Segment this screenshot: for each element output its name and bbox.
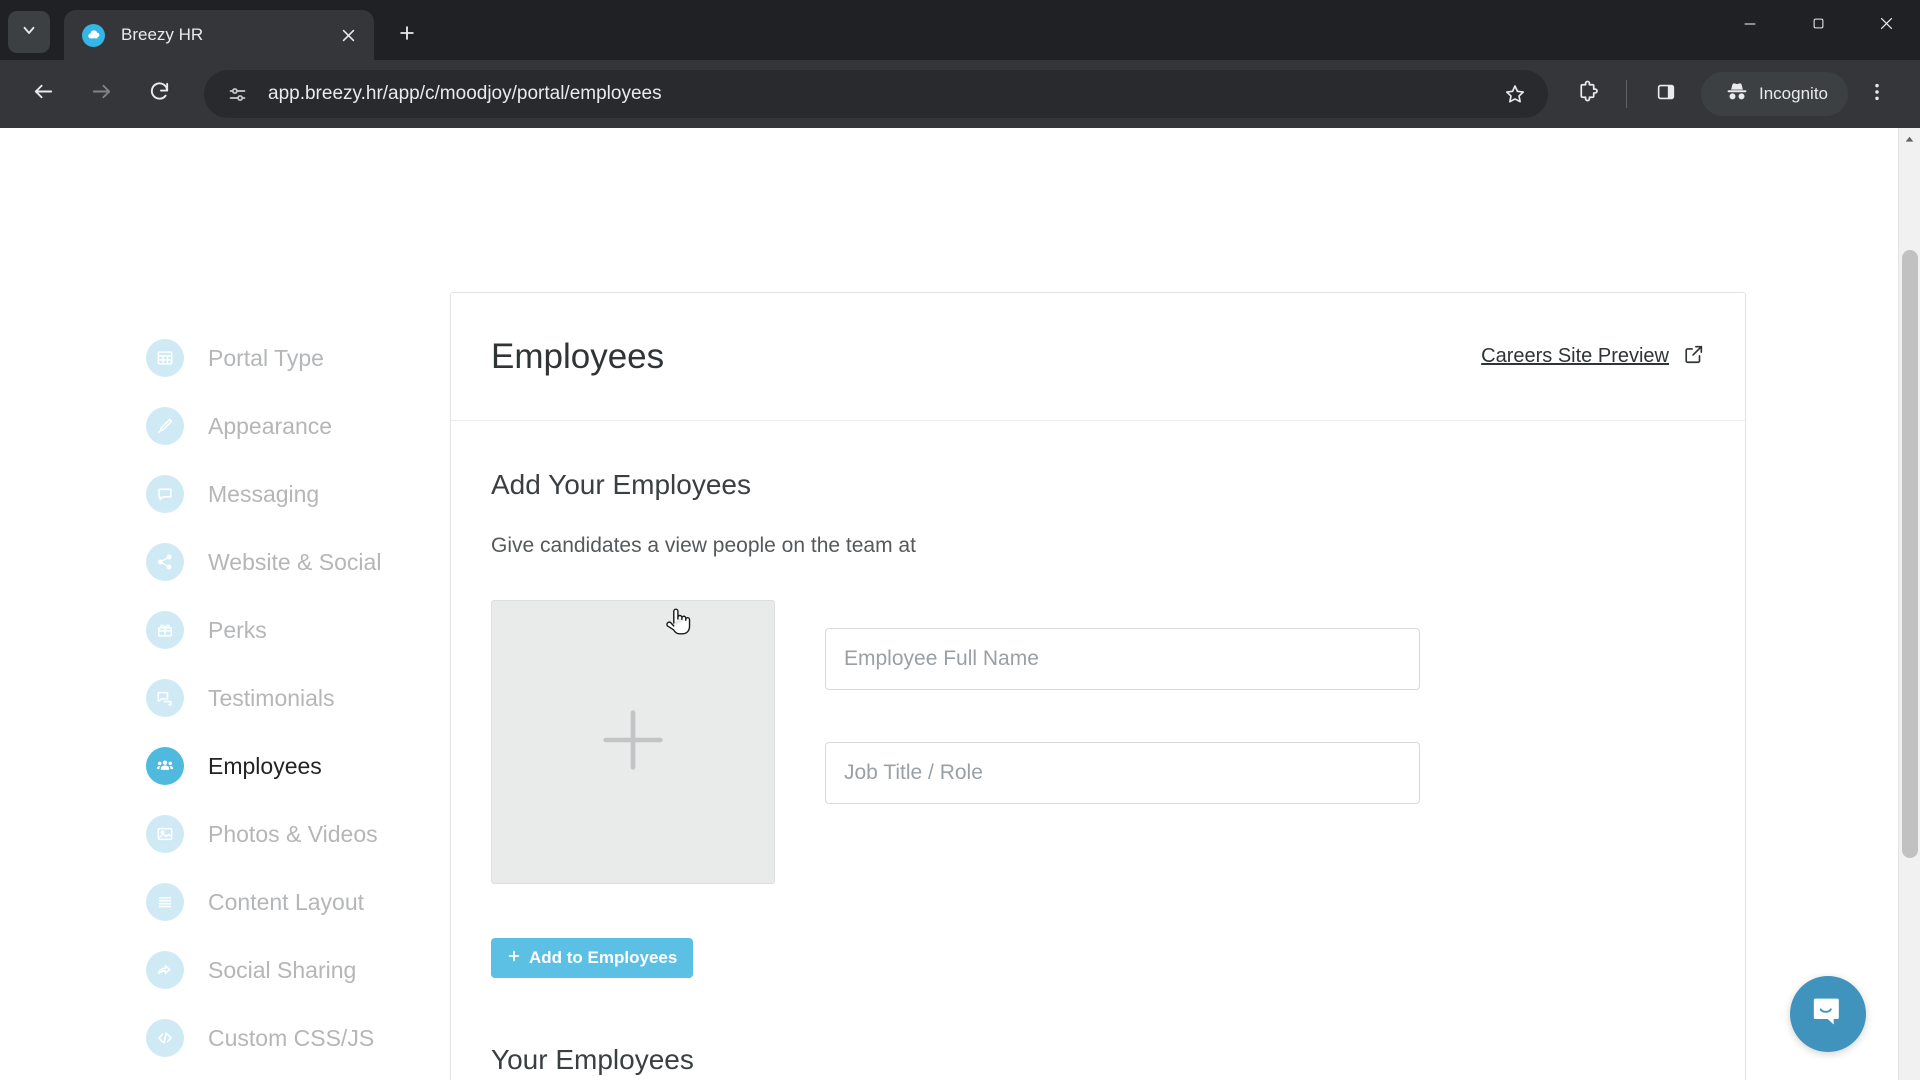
portal-settings-sidebar: Portal Type Appearance Messaging Website… (0, 128, 450, 1080)
sidebar-item-label: Content Layout (208, 888, 365, 915)
sidebar-item-social-sharing[interactable]: Social Sharing (146, 936, 450, 1004)
reload-icon (148, 80, 171, 108)
new-tab-button[interactable] (386, 14, 428, 56)
sidebar-item-label: Custom CSS/JS (208, 1024, 375, 1051)
back-button[interactable] (20, 71, 66, 117)
employees-settings-card: Employees Careers Site Preview Add Your … (450, 292, 1746, 1080)
card-header: Employees Careers Site Preview (451, 293, 1745, 421)
address-bar[interactable]: app.breezy.hr/app/c/moodjoy/portal/emplo… (204, 70, 1548, 118)
window-close-button[interactable] (1852, 0, 1920, 52)
url-text[interactable]: app.breezy.hr/app/c/moodjoy/portal/emplo… (268, 83, 1490, 105)
sidebar-item-perks[interactable]: Perks (146, 596, 450, 664)
sidebar-item-testimonials[interactable]: Testimonials (146, 664, 450, 732)
sidebar-item-label: Employees (208, 752, 322, 779)
section-subheading: Give candidates a view people on the tea… (491, 534, 916, 557)
sidebar-item-label: Messaging (208, 480, 320, 507)
gift-icon (146, 611, 184, 649)
minimize-button[interactable] (1716, 0, 1784, 52)
arrow-right-icon (90, 80, 113, 108)
browser-toolbar: app.breezy.hr/app/c/moodjoy/portal/emplo… (0, 60, 1920, 128)
browser-window: Breezy HR app.breezy.hr/app/c/moodjoy/po… (0, 0, 1920, 1080)
share-nodes-icon (146, 543, 184, 581)
page-title: Employees (491, 336, 665, 376)
breezy-cloud-icon (82, 23, 105, 47)
job-title-input[interactable]: Job Title / Role (825, 742, 1420, 804)
external-link-icon (1669, 343, 1705, 371)
card-body: Add Your Employees Give candidates a vie… (451, 421, 1745, 1080)
star-icon[interactable] (1498, 77, 1532, 111)
maximize-button[interactable] (1784, 0, 1852, 52)
maximize-icon (1811, 16, 1826, 36)
employee-fields: Employee Full Name Job Title / Role (825, 600, 1420, 884)
section-heading: Add Your Employees (491, 469, 751, 500)
sidebar-item-label: Portal Type (208, 344, 324, 371)
careers-site-preview-label: Careers Site Preview (1481, 345, 1669, 367)
your-employees-heading: Your Employees (491, 1044, 694, 1075)
sidebar-item-label: Testimonials (208, 684, 335, 711)
code-brackets-icon (146, 1019, 184, 1057)
grid-icon (146, 339, 184, 377)
kebab-menu-icon (1866, 81, 1888, 108)
sidebar-item-label: Social Sharing (208, 956, 357, 983)
main-content-area: Employees Careers Site Preview Add Your … (450, 128, 1898, 1080)
sidebar-item-portal-type[interactable]: Portal Type (146, 324, 450, 392)
page-viewport: Portal Type Appearance Messaging Website… (0, 128, 1920, 1080)
employee-photo-upload[interactable] (491, 600, 775, 884)
window-controls (1716, 0, 1920, 52)
list-lines-icon (146, 883, 184, 921)
add-to-employees-label: Add to Employees (529, 948, 678, 967)
add-to-employees-button[interactable]: Add to Employees (491, 938, 694, 978)
add-employee-form: Employee Full Name Job Title / Role (491, 600, 1705, 884)
sidebar-item-content-layout[interactable]: Content Layout (146, 868, 450, 936)
toolbar-divider (1626, 80, 1627, 108)
sidebar-item-website-social[interactable]: Website & Social (146, 528, 450, 596)
sidebar-item-custom-css-js[interactable]: Custom CSS/JS (146, 1004, 450, 1072)
browser-tab[interactable]: Breezy HR (64, 10, 374, 60)
intercom-chat-launcher[interactable] (1790, 976, 1866, 1052)
sidebar-item-photos-videos[interactable]: Photos & Videos (146, 800, 450, 868)
sidebar-item-label: Perks (208, 616, 267, 643)
scrollbar-thumb[interactable] (1902, 250, 1918, 858)
sidebar-item-label: Photos & Videos (208, 820, 378, 847)
careers-site-preview-link[interactable]: Careers Site Preview (1481, 343, 1705, 371)
sidebar-item-label: Website & Social (208, 548, 382, 575)
paintbrush-icon (146, 407, 184, 445)
scroll-up-arrow-icon[interactable] (1899, 128, 1920, 150)
chevron-down-icon (20, 21, 38, 44)
incognito-label: Incognito (1759, 84, 1828, 103)
extensions-puzzle-icon (1576, 80, 1599, 108)
side-panel-button[interactable] (1643, 71, 1689, 117)
tab-strip: Breezy HR (0, 0, 1920, 60)
chat-bubble-icon (146, 475, 184, 513)
share-arrow-icon (146, 951, 184, 989)
employee-name-input[interactable]: Employee Full Name (825, 628, 1420, 690)
chat-launcher-icon (1808, 992, 1848, 1037)
sidebar-item-employees[interactable]: Employees (146, 732, 450, 800)
site-settings-icon[interactable] (220, 77, 254, 111)
close-icon[interactable] (334, 21, 362, 49)
image-icon (146, 815, 184, 853)
window-close-icon (1878, 15, 1895, 37)
plus-icon (592, 699, 674, 786)
people-group-icon (146, 747, 184, 785)
quotes-chat-icon (146, 679, 184, 717)
incognito-indicator[interactable]: Incognito (1701, 72, 1848, 116)
sidebar-item-appearance[interactable]: Appearance (146, 392, 450, 460)
arrow-left-icon (32, 80, 55, 108)
side-panel-icon (1655, 81, 1677, 108)
breezy-portal-page: Portal Type Appearance Messaging Website… (0, 128, 1898, 1080)
forward-button[interactable] (78, 71, 124, 117)
chrome-menu-button[interactable] (1854, 71, 1900, 117)
minimize-icon (1742, 16, 1758, 37)
sidebar-item-label: Appearance (208, 412, 333, 439)
plus-icon (397, 23, 417, 48)
tab-search-button[interactable] (8, 11, 50, 53)
page-scrollbar[interactable] (1898, 128, 1920, 1080)
reload-button[interactable] (136, 71, 182, 117)
plus-icon (507, 948, 529, 968)
incognito-hat-icon (1725, 80, 1749, 109)
sidebar-item-messaging[interactable]: Messaging (146, 460, 450, 528)
extensions-button[interactable] (1564, 71, 1610, 117)
tab-title: Breezy HR (121, 25, 204, 44)
